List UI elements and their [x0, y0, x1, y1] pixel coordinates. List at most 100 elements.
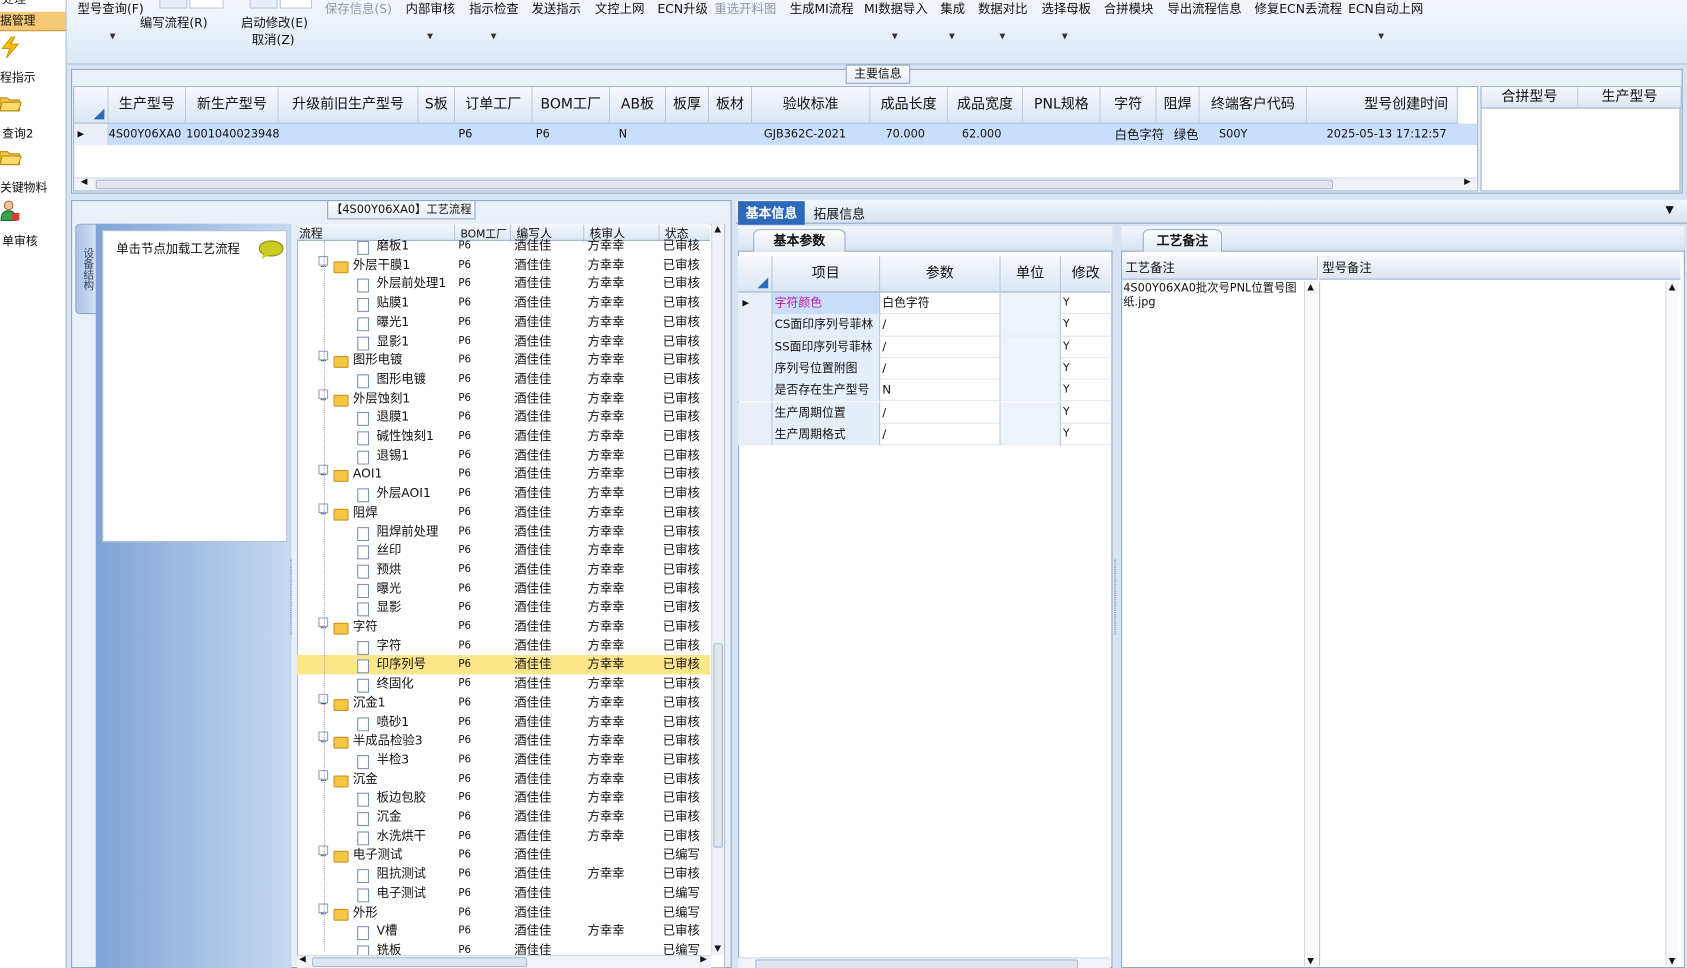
- ecn-auto-upload-button[interactable]: ECN自动上网: [1348, 1, 1423, 16]
- internal-review-button[interactable]: 内部审核: [406, 1, 455, 16]
- tree-row[interactable]: − 半成品检验3 P6 酒佳佳 方幸幸 已审核: [297, 731, 710, 751]
- tree-row[interactable]: 阻焊前处理 P6 酒佳佳 方幸幸 已审核: [297, 522, 710, 541]
- tree-row[interactable]: 碱性蚀刻1 P6 酒佳佳 方幸幸 已审核: [297, 427, 710, 446]
- tree-row[interactable]: 显影 P6 酒佳佳 方幸幸 已审核: [297, 598, 710, 617]
- param-value[interactable]: 白色字符: [880, 292, 1001, 315]
- tree-row[interactable]: − 图形电镀 P6 酒佳佳 方幸幸 已审核: [297, 350, 710, 370]
- chevron-down-icon[interactable]: ▼: [1000, 32, 1006, 41]
- chevron-down-icon[interactable]: ▼: [1062, 32, 1068, 41]
- main-info-row[interactable]: 4S00Y06XA0 10010400239482 P6 P6 N GJB362…: [108, 123, 1478, 146]
- indicator-check-button[interactable]: 指示检查: [469, 1, 518, 16]
- data-compare-button[interactable]: 数据对比: [978, 1, 1027, 16]
- col-modify[interactable]: 修改: [1061, 256, 1110, 293]
- tree-row[interactable]: 板边包胶 P6 酒佳佳 方幸幸 已审核: [297, 789, 710, 808]
- param-row[interactable]: ▶ 字符颜色 白色字符 Y: [738, 292, 1111, 315]
- mi-import-button[interactable]: MI数据导入: [864, 1, 928, 16]
- nav-item-query2[interactable]: 查询2: [0, 93, 66, 142]
- send-indicator-button[interactable]: 发送指示: [531, 1, 580, 16]
- chevron-down-icon[interactable]: ▼: [110, 32, 116, 41]
- flow-tree-hscroll[interactable]: ◀ ▶: [296, 954, 712, 968]
- param-row[interactable]: 是否存在生产型号 N Y: [738, 379, 1111, 402]
- tree-row[interactable]: 阻抗测试 P6 酒佳佳 方幸幸 已审核: [297, 865, 710, 884]
- nav-group-header[interactable]: 据管理: [0, 11, 66, 32]
- col-merge-model[interactable]: 合拼型号: [1481, 87, 1579, 109]
- tree-row[interactable]: 电子测试 P6 酒佳佳 已编写: [297, 884, 710, 903]
- col-prod-model[interactable]: 生产型号: [1578, 87, 1682, 109]
- col-header[interactable]: 阻焊: [1156, 87, 1200, 124]
- param-value[interactable]: /: [880, 336, 1001, 358]
- repair-ecn-button[interactable]: 修复ECN丢流程: [1254, 1, 1342, 16]
- export-flow-button[interactable]: 导出流程信息: [1167, 1, 1241, 16]
- tree-row[interactable]: 水洗烘干 P6 酒佳佳 方幸幸 已审核: [297, 827, 710, 846]
- param-value[interactable]: /: [880, 423, 1001, 446]
- col-header[interactable]: PNL规格: [1023, 87, 1101, 124]
- param-row[interactable]: 生产周期格式 / Y: [738, 423, 1111, 446]
- col-header[interactable]: 字符: [1100, 87, 1157, 124]
- cancel-button[interactable]: 取消(Z): [252, 32, 295, 47]
- chevron-down-icon[interactable]: ▼: [949, 32, 955, 41]
- col-process-remark[interactable]: 工艺备注: [1122, 255, 1318, 280]
- tree-row[interactable]: 外层前处理1 P6 酒佳佳 方幸幸 已审核: [297, 275, 710, 294]
- splitter-handle[interactable]: [290, 559, 294, 635]
- col-header[interactable]: 升级前旧生产型号: [278, 87, 419, 124]
- col-param[interactable]: 参数: [880, 255, 1001, 293]
- col-header[interactable]: BOM工厂: [532, 87, 611, 124]
- remark-vscroll[interactable]: ▲ ▼: [1303, 281, 1317, 966]
- main-info-hscroll[interactable]: ◀ ▶: [74, 176, 1478, 191]
- flow-tree-vscroll[interactable]: ▲ ▼: [711, 223, 725, 956]
- tree-row[interactable]: 字符 P6 酒佳佳 方幸幸 已审核: [297, 636, 710, 655]
- col-header[interactable]: 成品宽度: [947, 87, 1024, 124]
- tree-row[interactable]: − 外层蚀刻1 P6 酒佳佳 方幸幸 已审核: [297, 388, 710, 408]
- col-unit[interactable]: 单位: [1001, 255, 1061, 293]
- model-query-button[interactable]: 型号查询(F): [77, 1, 143, 16]
- col-header[interactable]: AB板: [610, 87, 666, 124]
- tab-basic-params[interactable]: 基本参数: [753, 229, 846, 252]
- write-flow-button[interactable]: 编写流程(R): [140, 15, 208, 30]
- tab-extended-info[interactable]: 拓展信息: [813, 204, 865, 222]
- col-header[interactable]: 生产型号: [108, 87, 187, 124]
- nav-partial-item[interactable]: 处理: [0, 0, 66, 6]
- tree-row[interactable]: 曝光1 P6 酒佳佳 方幸幸 已审核: [297, 313, 710, 332]
- start-modify-button[interactable]: 启动修改(E): [241, 15, 308, 30]
- param-value[interactable]: N: [880, 379, 1001, 402]
- chevron-down-icon[interactable]: ▼: [491, 32, 497, 41]
- tree-row[interactable]: 曝光 P6 酒佳佳 方幸幸 已审核: [297, 579, 710, 598]
- col-header[interactable]: S板: [418, 87, 456, 124]
- param-row[interactable]: SS面印序列号菲林 / Y: [738, 336, 1111, 359]
- param-row[interactable]: 生产周期位置 / Y: [738, 401, 1111, 424]
- col-header[interactable]: 板厚: [665, 87, 710, 124]
- tree-row[interactable]: 显影1 P6 酒佳佳 方幸幸 已审核: [297, 332, 710, 351]
- tree-row[interactable]: 喷砂1 P6 酒佳佳 方幸幸 已审核: [297, 713, 710, 732]
- col-header[interactable]: 验收标准: [752, 87, 871, 124]
- col-header[interactable]: 型号创建时间: [1307, 87, 1458, 124]
- tree-row[interactable]: − AOI1 P6 酒佳佳 方幸幸 已审核: [297, 465, 710, 484]
- save-info-button[interactable]: 保存信息(S): [325, 1, 392, 16]
- nav-item-flow-indicator[interactable]: 程指示: [0, 36, 66, 86]
- reselect-drawing-button[interactable]: 重选开料图: [714, 1, 776, 16]
- param-value[interactable]: /: [880, 358, 1001, 380]
- generate-mi-button[interactable]: 生成MI流程: [790, 1, 854, 16]
- tab-process-remarks[interactable]: 工艺备注: [1142, 229, 1223, 252]
- tree-row[interactable]: 退锡1 P6 酒佳佳 方幸幸 已审核: [297, 446, 710, 465]
- model-remark-vscroll[interactable]: ▲ ▼: [1665, 281, 1679, 966]
- chevron-down-icon[interactable]: ▼: [1665, 204, 1673, 216]
- col-header[interactable]: 终端客户代码: [1199, 87, 1308, 124]
- merge-module-button[interactable]: 合拼模块: [1104, 1, 1153, 16]
- tree-row[interactable]: 外层AOI1 P6 酒佳佳 方幸幸 已审核: [297, 484, 710, 503]
- nav-item-order-review[interactable]: 单审核: [0, 200, 66, 249]
- tree-row[interactable]: 半检3 P6 酒佳佳 方幸幸 已审核: [297, 751, 710, 770]
- col-header[interactable]: 新生产型号: [186, 87, 279, 124]
- param-value[interactable]: /: [880, 401, 1001, 424]
- nav-item-key-material[interactable]: 关键物料: [0, 146, 66, 195]
- text-control-upload-button[interactable]: 文控上网: [595, 1, 644, 16]
- process-remark-text[interactable]: 4S00Y06XA0批次号PNL位置号图纸.jpg: [1123, 282, 1304, 310]
- col-item[interactable]: 项目: [772, 255, 881, 293]
- tree-row[interactable]: 退膜1 P6 酒佳佳 方幸幸 已审核: [297, 408, 710, 427]
- tree-row[interactable]: − 字符 P6 酒佳佳 方幸幸 已审核: [297, 617, 710, 636]
- tree-row[interactable]: − 电子测试 P6 酒佳佳 已编写: [297, 845, 710, 865]
- chevron-down-icon[interactable]: ▼: [1378, 32, 1384, 41]
- param-row[interactable]: 序列号位置附图 / Y: [738, 358, 1111, 380]
- tree-row[interactable]: − 沉金1 P6 酒佳佳 方幸幸 已审核: [297, 693, 710, 713]
- tree-row[interactable]: 丝印 P6 酒佳佳 方幸幸 已审核: [297, 541, 710, 560]
- tree-row[interactable]: 磨板1 P6 酒佳佳 方幸幸 已审核: [297, 237, 710, 256]
